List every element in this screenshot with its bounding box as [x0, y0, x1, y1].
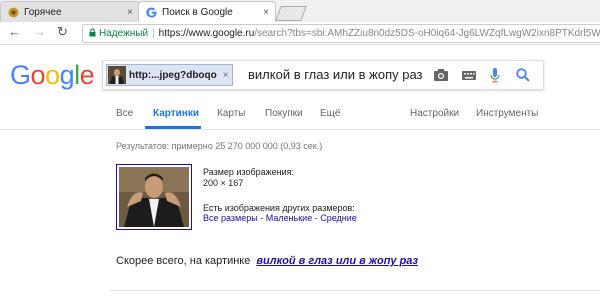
- best-guess-link[interactable]: вилкой в глаз или в жопу раз: [256, 255, 418, 267]
- query-image[interactable]: [116, 164, 192, 230]
- reload-icon[interactable]: ↻: [57, 24, 68, 40]
- browser-toolbar: ← → ↻ Надежный | https://www.google.ru /…: [0, 22, 600, 45]
- pikabu-favicon-icon: [8, 7, 19, 18]
- link-medium-sizes[interactable]: Средние: [320, 213, 357, 223]
- tab-label: Поиск в Google: [162, 6, 233, 18]
- tab-images[interactable]: Картинки: [153, 108, 199, 119]
- search-by-image-chip[interactable]: http:...jpeg?dboqo ×: [106, 64, 233, 86]
- tab-close-icon[interactable]: ×: [127, 7, 133, 18]
- microphone-icon[interactable]: [487, 67, 503, 83]
- tab-shopping[interactable]: Покупки: [265, 108, 303, 119]
- remove-image-icon[interactable]: ×: [223, 70, 229, 81]
- tab-more[interactable]: Ещё: [320, 108, 340, 119]
- logo-letter: o: [45, 60, 60, 90]
- query-image-thumbnail: [108, 66, 126, 84]
- logo-letter: e: [79, 60, 95, 90]
- secure-label: Надежный: [99, 28, 149, 39]
- browser-tabstrip: Горячее × Поиск в Google ×: [0, 0, 600, 22]
- tab-all[interactable]: Все: [116, 108, 133, 119]
- link-all-sizes[interactable]: Все размеры: [203, 213, 258, 223]
- size-link-separator: -: [257, 213, 266, 223]
- best-guess-prefix: Скорее всего, на картинке: [116, 255, 251, 267]
- keyboard-icon[interactable]: [461, 67, 477, 83]
- results-divider: [110, 290, 600, 291]
- google-favicon-icon: [146, 7, 157, 18]
- url-host: https://www.google.ru: [158, 28, 255, 39]
- address-bar[interactable]: Надежный | https://www.google.ru /search…: [82, 24, 600, 43]
- lock-icon: [89, 28, 96, 39]
- google-logo[interactable]: Google: [10, 60, 95, 91]
- camera-icon[interactable]: [433, 67, 449, 83]
- query-image-photo: [119, 167, 189, 227]
- logo-letter: o: [30, 60, 46, 90]
- other-sizes-label: Есть изображения других размеров:: [203, 203, 355, 213]
- search-query-text[interactable]: вилкой в глаз или в жопу раз: [248, 67, 423, 82]
- image-size-value: 200 × 167: [203, 178, 244, 188]
- image-chip-label: http:...jpeg?dboqo: [129, 69, 217, 81]
- tab-settings[interactable]: Настройки: [410, 108, 459, 119]
- address-separator: |: [152, 28, 155, 39]
- back-arrow-icon[interactable]: ←: [8, 24, 21, 39]
- tab-goryachee[interactable]: Горячее ×: [0, 1, 140, 22]
- search-icon[interactable]: [515, 67, 531, 83]
- url-path: /search?tbs=sbi:AMhZZiu8n0dz5DS-oH0iq64-…: [254, 28, 600, 39]
- size-links: Все размеры - Маленькие - Средние: [203, 213, 357, 223]
- search-nav: Все Картинки Карты Покупки Ещё Настройки…: [0, 108, 600, 130]
- link-small-sizes[interactable]: Маленькие: [266, 213, 313, 223]
- best-guess: Скорее всего, на картинке вилкой в глаз и…: [116, 255, 418, 267]
- tab-close-icon[interactable]: ×: [263, 7, 269, 18]
- logo-letter: G: [10, 60, 31, 90]
- image-size-label: Размер изображения:: [203, 167, 295, 177]
- new-tab-button[interactable]: [275, 6, 307, 21]
- tab-maps[interactable]: Карты: [217, 108, 246, 119]
- tab-google-search[interactable]: Поиск в Google ×: [138, 1, 276, 22]
- tab-label: Горячее: [24, 6, 62, 18]
- logo-letter: g: [59, 60, 75, 90]
- forward-arrow-icon[interactable]: →: [33, 24, 46, 39]
- tab-tools[interactable]: Инструменты: [476, 108, 538, 119]
- search-box[interactable]: http:...jpeg?dboqo × вилкой в глаз или в…: [102, 60, 544, 90]
- results-stats: Результатов: примерно 25 270 000 000 (0,…: [116, 141, 323, 151]
- nav-divider: [0, 129, 600, 130]
